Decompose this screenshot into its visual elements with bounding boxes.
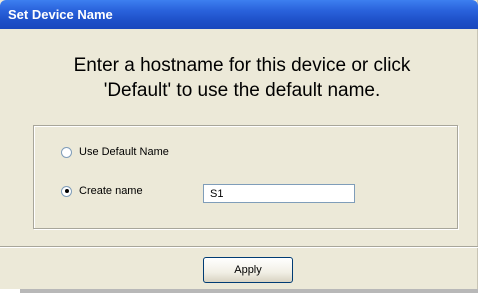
instruction-line-2: 'Default' to use the default name. [103, 80, 381, 101]
apply-button[interactable]: Apply [203, 257, 293, 283]
radio-selected-dot [64, 189, 69, 193]
window-shadow [20, 289, 478, 293]
instruction-line-1: Enter a hostname for this device or clic… [73, 55, 411, 76]
use-default-name-label: Use Default Name [79, 146, 169, 158]
hostname-input[interactable] [203, 184, 355, 203]
set-device-name-dialog: Set Device Name Enter a hostname for thi… [0, 0, 478, 289]
instruction-text: Enter a hostname for this device or clic… [20, 53, 464, 103]
window-title: Set Device Name [8, 7, 113, 22]
divider [0, 246, 478, 248]
use-default-name-radio[interactable] [61, 146, 72, 158]
title-bar[interactable]: Set Device Name [0, 0, 478, 29]
create-name-option[interactable]: Create name [61, 183, 143, 199]
name-options-group [33, 125, 458, 229]
create-name-label: Create name [79, 185, 143, 197]
use-default-name-option[interactable]: Use Default Name [61, 144, 169, 160]
create-name-radio[interactable] [61, 185, 72, 197]
